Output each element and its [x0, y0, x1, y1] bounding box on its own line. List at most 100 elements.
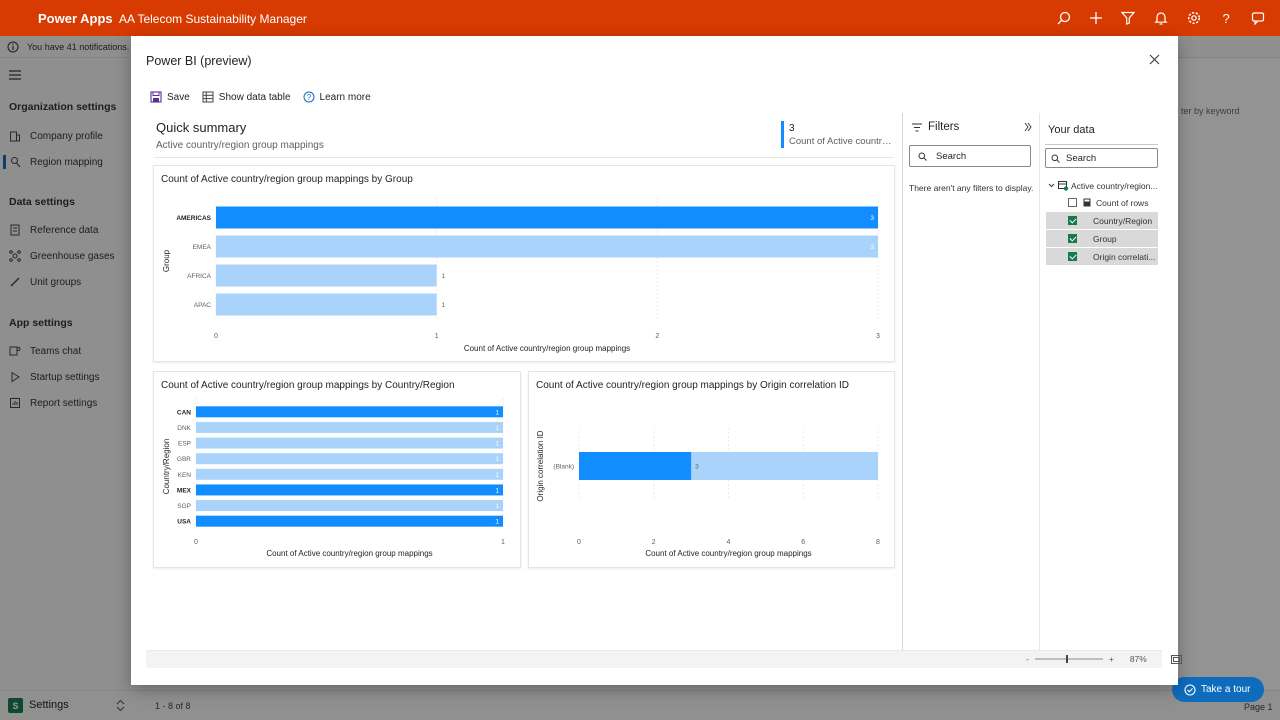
y-axis-label: Group — [162, 249, 171, 272]
y-tick-label: (Blank) — [553, 464, 574, 471]
x-tick-label: 3 — [876, 333, 880, 340]
bar[interactable] — [216, 293, 437, 316]
help-icon[interactable]: ? — [1217, 9, 1235, 27]
chevron-down-icon — [1048, 183, 1055, 188]
gear-icon[interactable] — [1185, 9, 1203, 27]
field-origin-correlation[interactable]: Origin correlati... — [1046, 248, 1158, 265]
chart-title: Count of Active country/region group map… — [536, 380, 849, 391]
kpi-accent — [781, 121, 784, 148]
data-label: 1 — [495, 425, 499, 432]
bar[interactable] — [216, 235, 878, 258]
y-tick-label: ESP — [178, 441, 191, 448]
bar-chart-origin[interactable]: 0 2 4 6 8 3 (Blank) Count of Active country/reg… — [529, 372, 896, 569]
svg-text:?: ? — [306, 93, 311, 102]
bar[interactable] — [196, 515, 503, 527]
field-checkbox[interactable] — [1068, 198, 1077, 207]
canvas-footer: - + 87% — [146, 650, 1182, 668]
data-label: 1 — [495, 456, 499, 463]
your-data-divider — [1045, 144, 1158, 145]
data-label: 1 — [495, 487, 499, 494]
filters-search-input[interactable]: Search — [909, 145, 1031, 167]
x-tick-label: 2 — [655, 333, 659, 340]
search-icon — [1051, 154, 1060, 163]
table-node[interactable]: Active country/region... — [1048, 177, 1160, 194]
dialog-title: Power BI (preview) — [146, 54, 252, 68]
data-label: 1 — [442, 273, 446, 280]
power-bi-dialog: Power BI (preview) Save Show data table … — [131, 36, 1182, 685]
field-checkbox[interactable] — [1068, 234, 1077, 243]
search-icon — [918, 152, 927, 161]
field-label: Count of rows — [1096, 197, 1149, 208]
bar[interactable] — [196, 421, 503, 433]
kpi-label: Count of Active country/r... — [789, 136, 895, 147]
bar[interactable] — [196, 437, 503, 449]
your-data-pane: Your data Search Active country/region..… — [1040, 113, 1162, 650]
take-a-tour-button[interactable]: Take a tour — [1172, 677, 1264, 702]
y-tick-label: KEN — [178, 472, 192, 479]
x-tick-label: 0 — [214, 333, 218, 340]
save-button[interactable]: Save — [150, 91, 190, 103]
save-label: Save — [167, 91, 190, 103]
fit-to-page-icon[interactable] — [1170, 654, 1182, 664]
table-icon — [202, 91, 214, 103]
chevron-right-icon[interactable] — [1024, 122, 1032, 132]
x-tick-label: 6 — [801, 539, 805, 546]
svg-text:?: ? — [1223, 11, 1230, 25]
chat-icon[interactable] — [1249, 9, 1267, 27]
close-icon[interactable] — [1149, 54, 1160, 65]
your-data-search-input[interactable]: Search — [1045, 148, 1158, 168]
field-checkbox[interactable] — [1068, 216, 1077, 225]
dialog-toolbar: Save Show data table ? Learn more — [150, 89, 383, 105]
learn-more-link[interactable]: ? Learn more — [303, 91, 371, 103]
bar[interactable] — [196, 453, 503, 465]
filter-icon[interactable] — [1119, 9, 1137, 27]
data-label: 1 — [495, 503, 499, 510]
bar[interactable] — [216, 264, 437, 287]
data-label: 1 — [495, 472, 499, 479]
bar[interactable] — [196, 484, 503, 496]
chart-card-group[interactable]: 0 1 2 3 3 AMERICAS 3 EMEA 1 AFRICA 1 APAC Count of A… — [153, 165, 895, 362]
field-checkbox[interactable] — [1068, 252, 1077, 261]
bar[interactable] — [196, 500, 503, 512]
tour-label: Take a tour — [1201, 684, 1251, 695]
bar-chart-country[interactable]: 0 1 1 CAN 1 DNK 1 ESP 1 GBR 1 KEN 1 MEX 1 SGP 1 USA Count … — [154, 372, 522, 569]
y-tick-label: USA — [177, 519, 191, 526]
x-axis-label: Count of Active country/region group map… — [645, 549, 811, 558]
search-icon[interactable] — [1055, 9, 1073, 27]
x-tick-label: 1 — [501, 539, 505, 546]
chart-card-origin[interactable]: 0 2 4 6 8 3 (Blank) Count of Active country/reg… — [528, 371, 895, 568]
zoom-slider[interactable] — [1034, 654, 1103, 664]
field-count-of-rows[interactable]: Count of rows — [1068, 194, 1158, 211]
y-tick-label: DNK — [177, 425, 191, 432]
y-tick-label: EMEA — [193, 244, 212, 251]
filters-pane: Filters Search There aren't any filters … — [902, 113, 1040, 650]
app-header: Power Apps AA Telecom Sustainability Man… — [0, 0, 1280, 36]
bar[interactable] — [196, 406, 503, 418]
y-tick-label: GBR — [177, 456, 191, 463]
x-axis-label: Count of Active country/region group map… — [464, 344, 630, 353]
field-country-region[interactable]: Country/Region — [1046, 212, 1158, 229]
chart-title: Count of Active country/region group map… — [161, 380, 455, 391]
plus-icon[interactable] — [1087, 9, 1105, 27]
show-data-table-button[interactable]: Show data table — [202, 91, 291, 103]
bar-chart-group[interactable]: 0 1 2 3 3 AMERICAS 3 EMEA 1 AFRICA 1 APAC Count of A… — [154, 166, 896, 363]
app-name[interactable]: Power Apps — [38, 11, 113, 26]
y-tick-label: MEX — [177, 487, 192, 494]
field-group[interactable]: Group — [1046, 230, 1158, 247]
table-icon — [1058, 180, 1069, 191]
chart-card-country[interactable]: 0 1 1 CAN 1 DNK 1 ESP 1 GBR 1 KEN 1 MEX 1 SGP 1 USA Count … — [153, 371, 521, 568]
zoom-in-button[interactable]: + — [1109, 654, 1114, 664]
zoom-out-button[interactable]: - — [1026, 654, 1029, 664]
bar[interactable] — [216, 206, 878, 229]
filters-title: Filters — [928, 121, 960, 133]
bar[interactable] — [196, 468, 503, 480]
your-data-title: Your data — [1048, 124, 1095, 136]
bell-icon[interactable] — [1152, 9, 1170, 27]
bar-highlight[interactable] — [579, 452, 692, 480]
data-label: 1 — [495, 441, 499, 448]
y-axis-label: Country/Region — [162, 439, 171, 495]
summary-divider — [154, 157, 894, 158]
report-canvas: Quick summary Active country/region grou… — [146, 113, 902, 649]
zoom-percent: 87% — [1129, 654, 1147, 664]
learn-more-label: Learn more — [319, 91, 371, 103]
